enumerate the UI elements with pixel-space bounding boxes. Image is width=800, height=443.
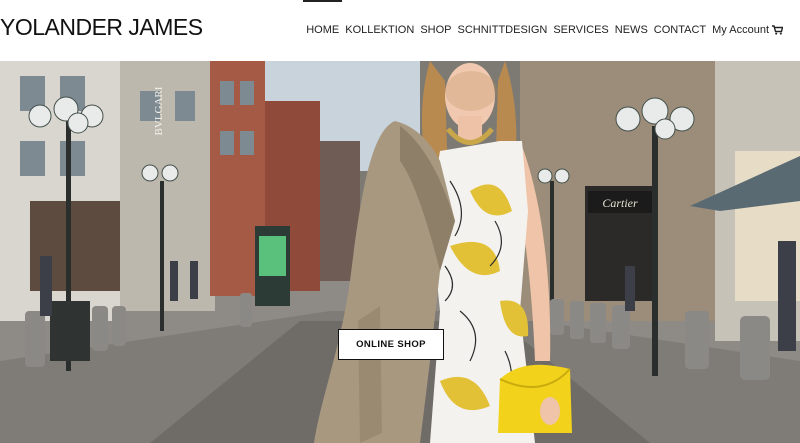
nav-item-kollektion[interactable]: KOLLEKTION <box>342 0 417 61</box>
bvlgari-sign: BVLGARI <box>153 86 165 135</box>
brand-logo[interactable]: YOLANDER JAMES <box>0 14 203 41</box>
nav-item-home[interactable]: HOME <box>303 0 343 61</box>
site-header: YOLANDER JAMES HOME KOLLEKTION SHOP SCHN… <box>0 0 800 61</box>
hero-banner: Cartier BVLGARI ONLINE SHOP <box>0 61 800 443</box>
cartier-sign: Cartier <box>602 196 638 210</box>
nav-item-services[interactable]: SERVICES <box>550 0 611 61</box>
main-nav: HOME KOLLEKTION SHOP SCHNITTDESIGN SERVI… <box>303 0 784 61</box>
online-shop-button[interactable]: ONLINE SHOP <box>338 329 444 360</box>
hero-photo: Cartier BVLGARI <box>0 61 800 443</box>
nav-item-news[interactable]: NEWS <box>612 0 651 61</box>
nav-item-contact[interactable]: CONTACT <box>651 0 709 61</box>
nav-item-my-account[interactable]: My Account <box>709 0 771 61</box>
shopping-cart-icon[interactable] <box>772 0 784 61</box>
nav-item-shop[interactable]: SHOP <box>417 0 454 61</box>
nav-item-schnittdesign[interactable]: SCHNITTDESIGN <box>455 0 551 61</box>
